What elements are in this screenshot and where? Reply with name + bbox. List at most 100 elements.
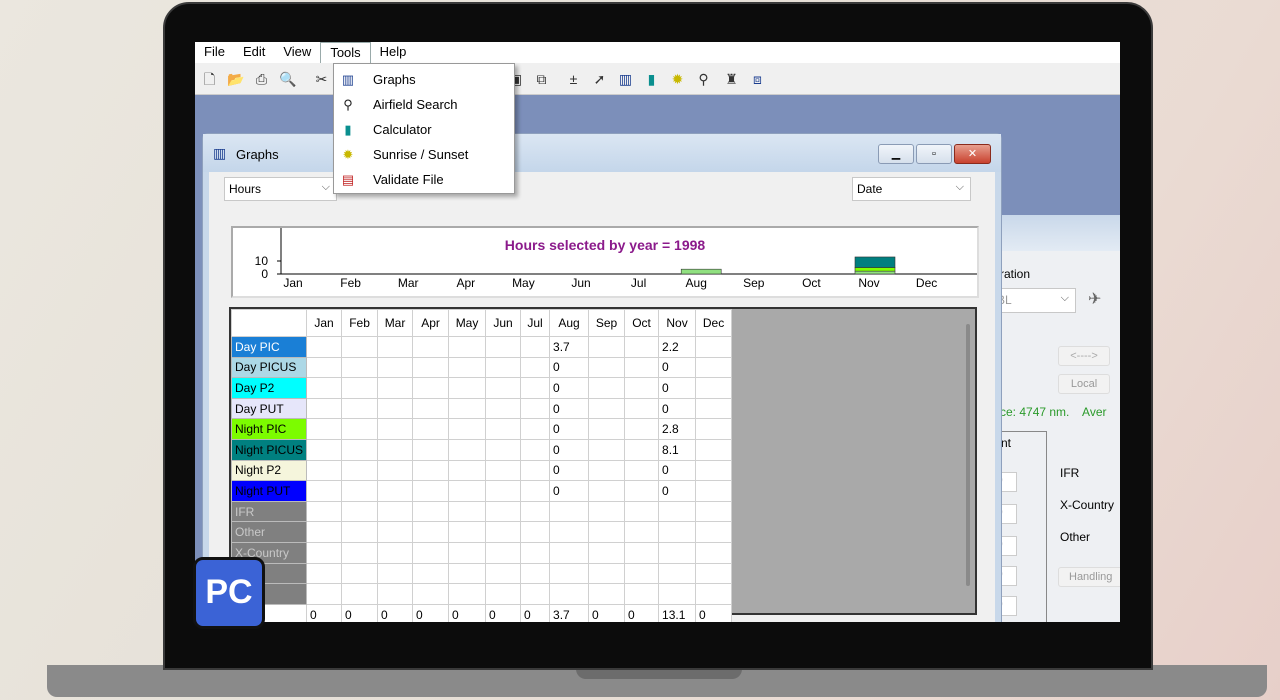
table-cell[interactable] xyxy=(624,521,660,543)
table-cell[interactable] xyxy=(412,480,450,502)
table-cell[interactable] xyxy=(448,541,487,564)
table-cell[interactable] xyxy=(520,418,551,440)
table-cell[interactable] xyxy=(377,438,414,461)
windows-icon[interactable]: ⧈ xyxy=(749,71,766,88)
table-cell[interactable] xyxy=(448,336,487,358)
table-cell[interactable] xyxy=(377,356,414,379)
table-cell[interactable] xyxy=(412,583,450,605)
table-cell[interactable] xyxy=(448,438,487,461)
table-cell[interactable] xyxy=(658,521,697,543)
table-cell[interactable] xyxy=(624,459,660,482)
add-entry-icon[interactable]: ± xyxy=(565,71,582,88)
table-cell[interactable] xyxy=(341,377,379,399)
table-cell[interactable]: 0 xyxy=(658,480,697,502)
table-cell[interactable] xyxy=(306,500,343,523)
table-cell[interactable] xyxy=(624,336,660,358)
table-cell[interactable] xyxy=(485,562,522,585)
table-cell[interactable] xyxy=(624,562,660,585)
table-cell[interactable] xyxy=(448,562,487,585)
menu-item-graphs[interactable]: ▥ Graphs xyxy=(334,67,514,92)
table-cell[interactable]: 0 xyxy=(658,356,697,379)
table-cell[interactable] xyxy=(520,521,551,543)
table-cell[interactable] xyxy=(624,418,660,440)
table-cell[interactable] xyxy=(341,583,379,605)
table-cell[interactable] xyxy=(658,541,697,564)
table-cell[interactable] xyxy=(549,583,590,605)
table-cell[interactable] xyxy=(485,377,522,399)
table-cell[interactable]: 0 xyxy=(658,377,697,399)
table-cell[interactable]: 2.2 xyxy=(658,336,697,358)
table-cell[interactable] xyxy=(695,562,733,585)
table-cell[interactable] xyxy=(448,418,487,440)
table-cell[interactable] xyxy=(624,438,660,461)
menu-item-airfield-search[interactable]: ⚲ Airfield Search xyxy=(334,92,514,117)
table-cell[interactable] xyxy=(412,500,450,523)
swap-button[interactable]: <----> xyxy=(1058,346,1110,366)
aircraft-icon[interactable]: ✈ xyxy=(1088,289,1101,309)
table-cell[interactable] xyxy=(520,480,551,502)
table-cell[interactable] xyxy=(485,356,522,379)
table-cell[interactable] xyxy=(658,500,697,523)
handling-button[interactable]: Handling xyxy=(1058,567,1120,587)
table-cell[interactable] xyxy=(377,418,414,440)
table-cell[interactable] xyxy=(520,356,551,379)
table-cell[interactable] xyxy=(341,397,379,420)
table-cell[interactable] xyxy=(412,541,450,564)
table-cell[interactable] xyxy=(588,541,626,564)
table-cell[interactable] xyxy=(520,377,551,399)
table-cell[interactable]: 0 xyxy=(658,397,697,420)
table-cell[interactable] xyxy=(588,583,626,605)
table-cell[interactable] xyxy=(588,500,626,523)
table-cell[interactable] xyxy=(306,356,343,379)
table-cell[interactable] xyxy=(412,336,450,358)
table-cell[interactable] xyxy=(485,418,522,440)
print-icon[interactable]: ⎙ xyxy=(253,71,270,88)
table-cell[interactable] xyxy=(341,418,379,440)
table-cell[interactable] xyxy=(377,480,414,502)
table-cell[interactable] xyxy=(624,397,660,420)
table-cell[interactable] xyxy=(306,562,343,585)
table-cell[interactable] xyxy=(377,521,414,543)
table-cell[interactable] xyxy=(306,438,343,461)
table-cell[interactable] xyxy=(485,500,522,523)
table-cell[interactable] xyxy=(341,541,379,564)
table-cell[interactable] xyxy=(520,438,551,461)
table-cell[interactable] xyxy=(377,397,414,420)
open-folder-icon[interactable]: 📂 xyxy=(227,71,244,88)
table-cell[interactable] xyxy=(341,562,379,585)
table-cell[interactable] xyxy=(549,562,590,585)
table-cell[interactable] xyxy=(306,459,343,482)
table-cell[interactable] xyxy=(341,438,379,461)
table-cell[interactable] xyxy=(520,500,551,523)
table-cell[interactable] xyxy=(520,397,551,420)
table-cell[interactable]: 0 xyxy=(549,480,590,502)
table-cell[interactable] xyxy=(412,459,450,482)
table-cell[interactable] xyxy=(306,397,343,420)
table-cell[interactable] xyxy=(588,336,626,358)
local-button[interactable]: Local xyxy=(1058,374,1110,394)
table-cell[interactable] xyxy=(306,541,343,564)
table-cell[interactable]: 8.1 xyxy=(658,438,697,461)
table-cell[interactable] xyxy=(695,541,733,564)
arrow-icon[interactable]: ➚ xyxy=(591,71,608,88)
table-cell[interactable] xyxy=(448,377,487,399)
table-cell[interactable] xyxy=(624,377,660,399)
table-cell[interactable] xyxy=(624,356,660,379)
bar-chart-icon[interactable]: ▥ xyxy=(617,71,634,88)
table-cell[interactable] xyxy=(695,459,733,482)
table-cell[interactable] xyxy=(549,500,590,523)
table-cell[interactable] xyxy=(588,521,626,543)
table-cell[interactable] xyxy=(624,541,660,564)
table-cell[interactable] xyxy=(624,500,660,523)
table-cell[interactable] xyxy=(412,521,450,543)
table-cell[interactable] xyxy=(588,418,626,440)
menu-item-sunrise-sunset[interactable]: ✹ Sunrise / Sunset xyxy=(334,142,514,167)
table-cell[interactable] xyxy=(377,459,414,482)
table-cell[interactable] xyxy=(412,562,450,585)
table-cell[interactable] xyxy=(588,377,626,399)
table-cell[interactable] xyxy=(485,480,522,502)
table-cell[interactable] xyxy=(658,583,697,605)
menu-help[interactable]: Help xyxy=(371,42,416,63)
table-cell[interactable] xyxy=(377,377,414,399)
table-cell[interactable]: 0 xyxy=(549,459,590,482)
